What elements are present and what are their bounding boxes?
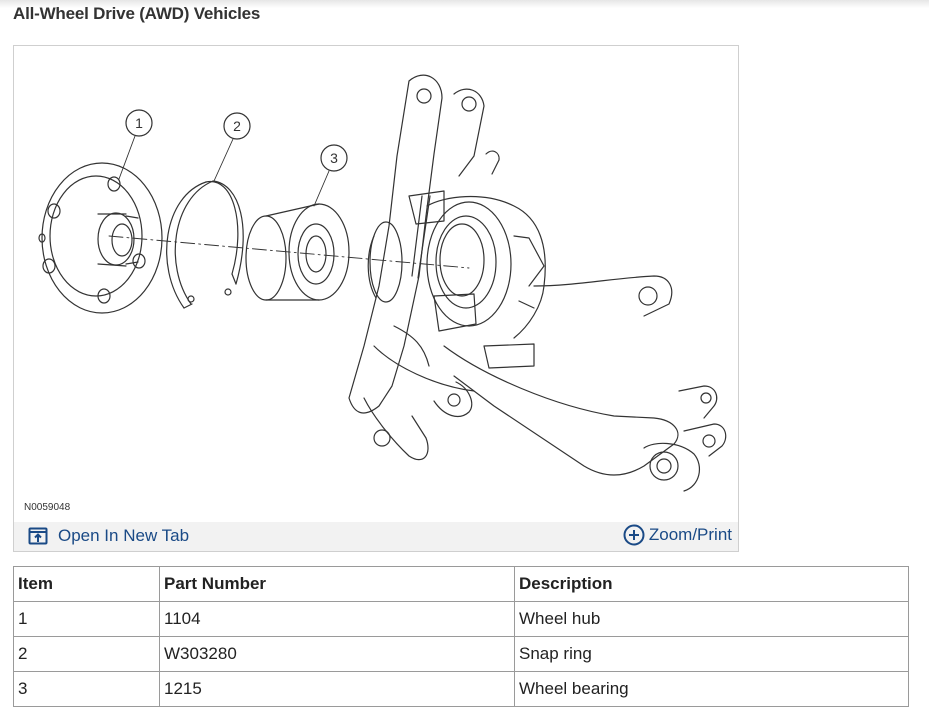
cell-description: Wheel bearing [514,671,909,707]
callout-1: 1 [118,109,153,180]
callout-2: 2 [213,112,251,182]
cell-part-number: 1104 [159,601,515,637]
cell-description: Wheel hub [514,601,909,637]
wheel-bearing-drawing [245,203,350,301]
open-in-new-tab-label: Open In New Tab [58,526,190,545]
exploded-view-illustration: 1 2 3 [38,74,727,492]
section-heading: All-Wheel Drive (AWD) Vehicles [13,4,261,23]
header-description: Description [514,566,909,602]
open-in-new-tab-link[interactable]: Open In New Tab [28,526,189,546]
cell-item: 1 [13,601,160,637]
wheel-hub-drawing [38,162,163,314]
zoom-print-label: Zoom/Print [648,525,732,544]
callout-3-label: 3 [330,150,338,166]
zoom-print-link[interactable]: Zoom/Print [623,524,732,546]
figure-panel: 1 2 3 N0059048 Open In New Tab Zoom/Prin… [13,45,739,552]
cell-part-number: W303280 [159,636,515,672]
callout-2-label: 2 [233,118,241,134]
callout-3: 3 [313,144,348,207]
steering-knuckle-drawing [348,74,727,492]
cell-description: Snap ring [514,636,909,672]
table-row: 2 W303280 Snap ring [13,636,909,672]
figure-toolbar: Open In New Tab Zoom/Print [14,522,738,551]
table-row: 3 1215 Wheel bearing [13,671,909,707]
callout-1-label: 1 [135,115,143,131]
cell-part-number: 1215 [159,671,515,707]
header-item: Item [13,566,160,602]
zoom-plus-icon [623,524,645,546]
table-header-row: Item Part Number Description [13,566,909,602]
figure-code: N0059048 [24,502,71,513]
parts-table: Item Part Number Description 1 1104 Whee… [13,566,909,707]
cell-item: 3 [13,671,160,707]
table-row: 1 1104 Wheel hub [13,601,909,637]
cell-item: 2 [13,636,160,672]
open-new-tab-icon [28,527,48,545]
header-part-number: Part Number [159,566,515,602]
